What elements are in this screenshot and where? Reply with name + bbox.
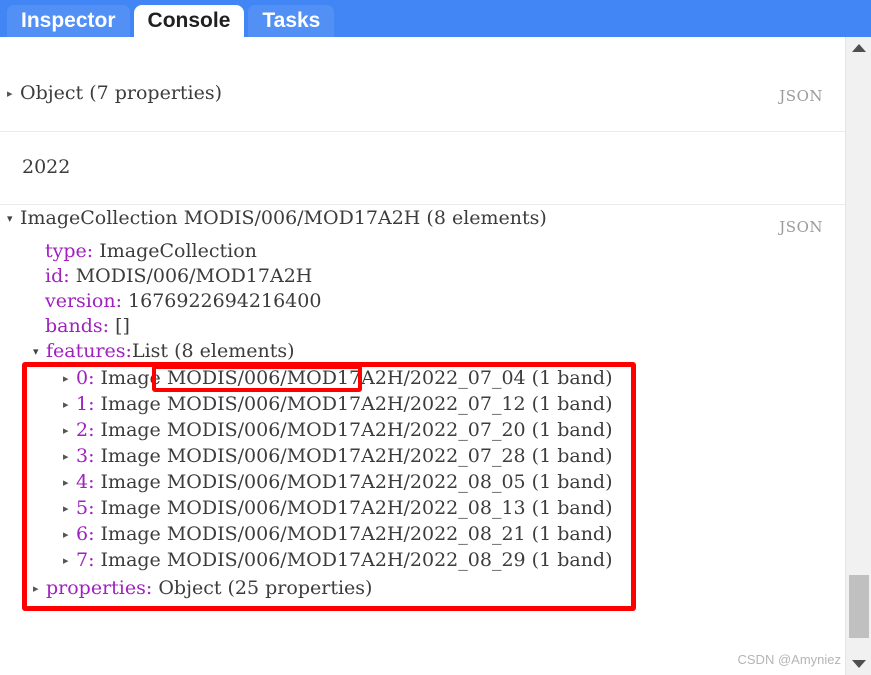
chevron-right-icon[interactable]: ▸ [63, 470, 76, 496]
feature-item-6[interactable]: ▸ 6: Image MODIS/006/MOD17A2H/2022_08_21 … [63, 521, 613, 548]
tab-inspector[interactable]: Inspector [7, 5, 130, 37]
feature-label-3: Image MODIS/006/MOD17A2H/2022_07_28 (1 b… [100, 445, 613, 467]
tab-tasks-label: Tasks [262, 9, 321, 32]
chevron-right-icon[interactable]: ▸ [63, 392, 76, 418]
chevron-right-icon[interactable]: ▸ [63, 496, 76, 522]
year-value: 2022 [22, 156, 71, 178]
scroll-up-arrow-icon[interactable] [846, 39, 871, 57]
collection-header-label: ImageCollection MODIS/006/MOD17A2H (8 el… [20, 207, 547, 229]
feature-label-2: Image MODIS/006/MOD17A2H/2022_07_20 (1 b… [100, 419, 613, 441]
scroll-down-arrow-icon[interactable] [846, 655, 871, 673]
prop-value-bands: [] [115, 315, 130, 337]
vertical-scrollbar[interactable] [845, 37, 871, 675]
feature-index-0: 0: [76, 367, 95, 389]
feature-item-2[interactable]: ▸ 2: Image MODIS/006/MOD17A2H/2022_07_20 … [63, 417, 613, 444]
feature-label-0: Image MODIS/006/MOD17A2H/2022_07_04 (1 b… [100, 367, 613, 389]
chevron-right-icon[interactable]: ▸ [63, 548, 76, 574]
collection-prop-version: version: 1676922694216400 [45, 288, 321, 314]
chevron-right-icon[interactable]: ▸ [63, 522, 76, 548]
prop-key-bands: bands: [45, 315, 110, 337]
console-entry-imagecollection[interactable]: JSON ▾ ImageCollection MODIS/006/MOD17A2H… [0, 205, 845, 635]
collection-header-row[interactable]: ▾ ImageCollection MODIS/006/MOD17A2H (8 e… [7, 205, 547, 232]
features-list-value: List (8 elements) [131, 340, 295, 362]
console-panel: Inspector Console Tasks ▸ Object (7 prope… [0, 0, 871, 675]
object-summary-label: Object (7 properties) [20, 82, 223, 104]
features-key: features: [46, 340, 132, 362]
json-link-object[interactable]: JSON [779, 87, 823, 105]
features-row[interactable]: ▾ features:List (8 elements) [33, 338, 295, 365]
feature-index-4: 4: [76, 471, 95, 493]
json-link-collection[interactable]: JSON [779, 218, 823, 236]
console-output-area[interactable]: ▸ Object (7 properties) JSON 2022 JSON ▾ I… [0, 37, 845, 675]
prop-value-id: MODIS/006/MOD17A2H [75, 265, 313, 287]
feature-item-5[interactable]: ▸ 5: Image MODIS/006/MOD17A2H/2022_08_13 … [63, 495, 613, 522]
collection-prop-id: id: MODIS/006/MOD17A2H [45, 263, 312, 289]
chevron-right-icon[interactable]: ▸ [63, 366, 76, 392]
feature-item-0[interactable]: ▸ 0: Image MODIS/006/MOD17A2H/2022_07_04 … [63, 365, 613, 392]
prop-value-version: 1676922694216400 [128, 290, 322, 312]
prop-key-type: type: [45, 240, 94, 262]
prop-key-version: version: [45, 290, 122, 312]
chevron-right-icon[interactable]: ▸ [63, 444, 76, 470]
feature-label-6: Image MODIS/006/MOD17A2H/2022_08_21 (1 b… [100, 523, 613, 545]
object-summary-row[interactable]: ▸ Object (7 properties) [7, 80, 222, 107]
feature-item-4[interactable]: ▸ 4: Image MODIS/006/MOD17A2H/2022_08_05 … [63, 469, 613, 496]
tab-tasks[interactable]: Tasks [248, 5, 335, 37]
feature-label-5: Image MODIS/006/MOD17A2H/2022_08_13 (1 b… [100, 497, 613, 519]
feature-index-6: 6: [76, 523, 95, 545]
chevron-right-icon[interactable]: ▸ [63, 418, 76, 444]
feature-index-3: 3: [76, 445, 95, 467]
chevron-down-icon[interactable]: ▾ [33, 339, 46, 365]
prop-value-type: ImageCollection [99, 240, 257, 262]
feature-index-2: 2: [76, 419, 95, 441]
feature-index-7: 7: [76, 549, 95, 571]
chevron-down-icon[interactable]: ▾ [7, 206, 20, 232]
feature-label-1: Image MODIS/006/MOD17A2H/2022_07_12 (1 b… [100, 393, 613, 415]
feature-index-5: 5: [76, 497, 95, 519]
console-entry-year[interactable]: 2022 [0, 132, 845, 205]
scrollbar-thumb[interactable] [849, 575, 869, 638]
feature-item-3[interactable]: ▸ 3: Image MODIS/006/MOD17A2H/2022_07_28 … [63, 443, 613, 470]
chevron-right-icon[interactable]: ▸ [7, 81, 20, 107]
collection-prop-bands: bands: [] [45, 313, 130, 339]
chevron-right-icon[interactable]: ▸ [33, 576, 46, 602]
tab-console-label: Console [147, 9, 231, 32]
console-entry-object[interactable]: ▸ Object (7 properties) JSON [0, 37, 845, 132]
feature-label-7: Image MODIS/006/MOD17A2H/2022_08_29 (1 b… [100, 549, 613, 571]
feature-label-4: Image MODIS/006/MOD17A2H/2022_08_05 (1 b… [100, 471, 613, 493]
feature-item-1[interactable]: ▸ 1: Image MODIS/006/MOD17A2H/2022_07_12 … [63, 391, 613, 418]
watermark: CSDN @Amyniez [737, 652, 842, 667]
tab-inspector-label: Inspector [21, 9, 116, 32]
prop-key-id: id: [45, 265, 70, 287]
properties-value: Object (25 properties) [158, 577, 373, 599]
feature-index-1: 1: [76, 393, 95, 415]
properties-key: properties: [46, 577, 153, 599]
tab-console[interactable]: Console [133, 5, 245, 37]
tab-bar: Inspector Console Tasks [0, 0, 871, 37]
feature-item-7[interactable]: ▸ 7: Image MODIS/006/MOD17A2H/2022_08_29 … [63, 547, 613, 574]
collection-properties-row[interactable]: ▸ properties: Object (25 properties) [33, 575, 372, 602]
collection-prop-type: type: ImageCollection [45, 238, 257, 264]
